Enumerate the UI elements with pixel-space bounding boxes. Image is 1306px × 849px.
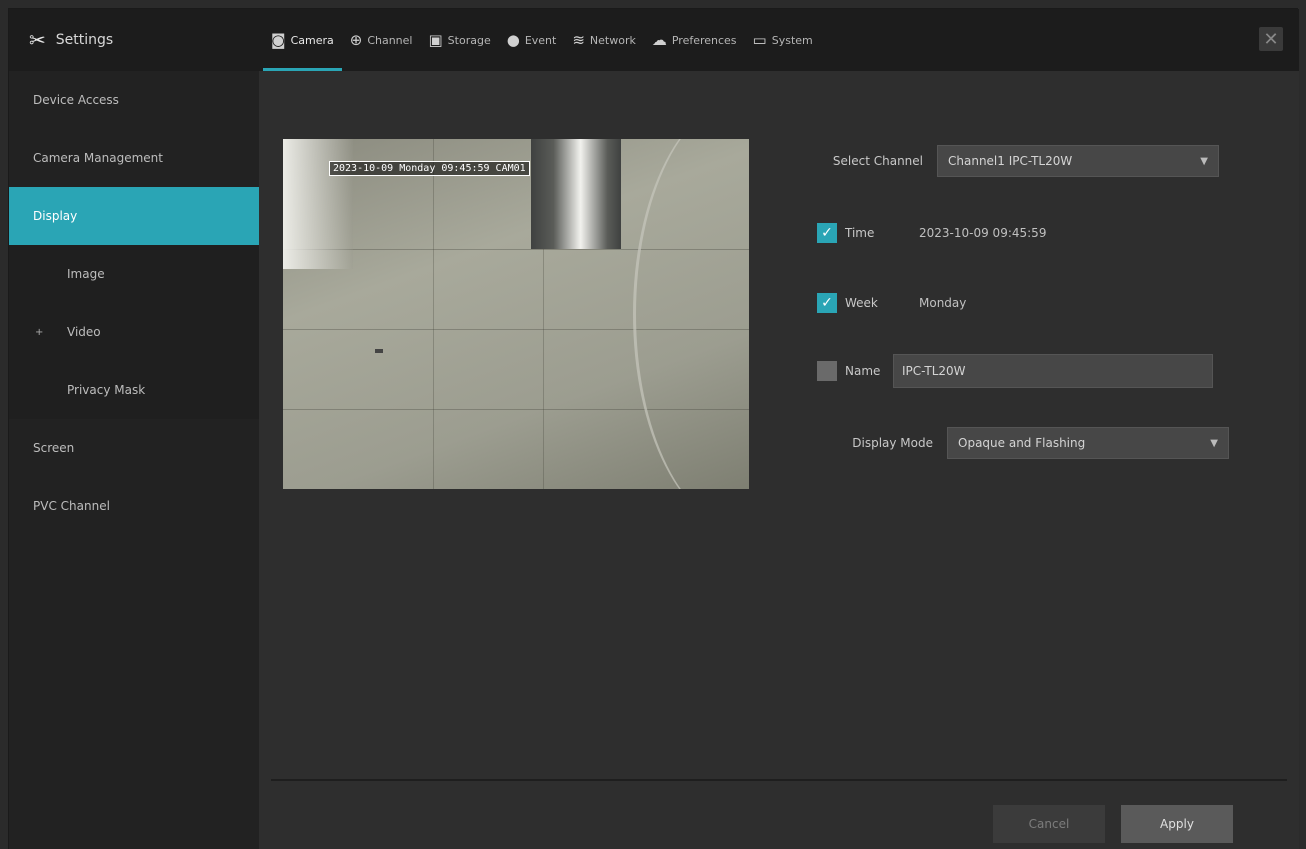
camera-preview[interactable]: 2023-10-09 Monday 09:45:59 CAM01: [283, 139, 749, 489]
display-mode-value: Opaque and Flashing: [958, 436, 1086, 450]
expand-icon[interactable]: +: [35, 327, 59, 338]
tab-channel[interactable]: ⊕ Channel: [342, 9, 421, 71]
tab-label: Event: [524, 33, 557, 47]
tab-bar: ◙ Camera ⊕ Channel ▣ Storage ● Event ≋ N…: [263, 9, 821, 71]
top-bar: ✂ Settings ◙ Camera ⊕ Channel ▣ Storage …: [9, 9, 1299, 71]
sidebar-item-label: Privacy Mask: [67, 383, 146, 397]
select-channel-label: Select Channel: [832, 154, 923, 168]
tab-label: Camera: [290, 33, 334, 47]
sidebar-item-label: Display: [33, 209, 78, 223]
monitor-icon: ▭: [752, 31, 767, 49]
tab-label: System: [771, 33, 813, 47]
name-input-value: IPC-TL20W: [902, 364, 966, 378]
tab-system[interactable]: ▭ System: [745, 9, 821, 71]
time-value: 2023-10-09 09:45:59: [919, 226, 1047, 240]
tab-preferences[interactable]: ☁ Preferences: [644, 9, 745, 71]
wall-curve: [633, 139, 749, 489]
wall-mark: [375, 349, 383, 353]
tile-line: [433, 139, 434, 489]
sidebar-item-label: PVC Channel: [33, 499, 110, 513]
time-row: ✓ Time 2023-10-09 09:45:59: [817, 223, 1046, 243]
tab-label: Channel: [367, 33, 413, 47]
sidebar-item-display[interactable]: Display: [9, 187, 259, 245]
settings-window: ✂ Settings ◙ Camera ⊕ Channel ▣ Storage …: [8, 8, 1299, 849]
sidebar-item-label: Image: [67, 267, 105, 281]
tab-event[interactable]: ● Event: [499, 9, 565, 71]
tab-label: Storage: [447, 33, 491, 47]
week-checkbox[interactable]: ✓: [817, 293, 837, 313]
sidebar-item-camera-management[interactable]: Camera Management: [9, 129, 259, 187]
display-mode-label: Display Mode: [852, 436, 933, 450]
main-panel: 2023-10-09 Monday 09:45:59 CAM01 Select …: [259, 71, 1299, 849]
sidebar-item-privacy-mask[interactable]: Privacy Mask: [9, 361, 259, 419]
crosshair-icon: ⊕: [349, 31, 363, 49]
display-mode-dropdown[interactable]: Opaque and Flashing ▼: [947, 427, 1229, 459]
sidebar-item-screen[interactable]: Screen: [9, 419, 259, 477]
sidebar-item-video[interactable]: + Video: [9, 303, 259, 361]
time-label: Time: [845, 226, 875, 240]
name-label: Name: [845, 364, 881, 378]
name-checkbox[interactable]: [817, 361, 837, 381]
sidebar-item-label: Camera Management: [33, 151, 163, 165]
camera-icon: ◙: [271, 31, 286, 49]
select-channel-row: Select Channel Channel1 IPC-TL20W ▼: [801, 145, 1219, 177]
sidebar-item-image[interactable]: Image: [9, 245, 259, 303]
ceiling-light: [531, 139, 621, 249]
disk-icon: ▣: [428, 31, 443, 49]
ceiling-light: [283, 139, 353, 269]
week-label: Week: [845, 296, 878, 310]
cloud-icon: ☁: [651, 31, 667, 49]
sidebar-item-pvc-channel[interactable]: PVC Channel: [9, 477, 259, 535]
settings-title: Settings: [55, 32, 114, 48]
tools-icon: ✂: [29, 28, 46, 52]
tab-camera[interactable]: ◙ Camera: [263, 9, 342, 71]
chevron-down-icon: ▼: [1210, 437, 1218, 449]
check-icon: ✓: [821, 295, 833, 311]
settings-brand: ✂ Settings: [9, 9, 259, 71]
tab-label: Preferences: [671, 33, 737, 47]
tab-storage[interactable]: ▣ Storage: [420, 9, 498, 71]
check-icon: ✓: [821, 225, 833, 241]
sidebar: Device Access Camera Management Display …: [9, 71, 259, 849]
select-channel-dropdown[interactable]: Channel1 IPC-TL20W ▼: [937, 145, 1219, 177]
name-row: Name IPC-TL20W: [817, 354, 1213, 388]
select-channel-value: Channel1 IPC-TL20W: [948, 154, 1073, 168]
wifi-icon: ≋: [572, 31, 585, 49]
tab-label: Network: [589, 33, 636, 47]
close-button[interactable]: ✕: [1259, 27, 1283, 51]
bell-icon: ●: [506, 31, 520, 49]
apply-button[interactable]: Apply: [1121, 805, 1233, 843]
sidebar-item-label: Device Access: [33, 93, 119, 107]
week-row: ✓ Week Monday: [817, 293, 966, 313]
tab-network[interactable]: ≋ Network: [564, 9, 644, 71]
close-icon: ✕: [1263, 28, 1279, 50]
time-checkbox[interactable]: ✓: [817, 223, 837, 243]
osd-overlay[interactable]: 2023-10-09 Monday 09:45:59 CAM01: [329, 161, 530, 176]
footer-divider: [271, 779, 1287, 781]
week-value: Monday: [919, 296, 967, 310]
sidebar-item-device-access[interactable]: Device Access: [9, 71, 259, 129]
sidebar-item-label: Screen: [33, 441, 75, 455]
name-input[interactable]: IPC-TL20W: [893, 354, 1213, 388]
chevron-down-icon: ▼: [1200, 155, 1208, 167]
display-mode-row: Display Mode Opaque and Flashing ▼: [811, 427, 1229, 459]
cancel-button[interactable]: Cancel: [993, 805, 1105, 843]
sidebar-item-label: Video: [67, 325, 101, 339]
